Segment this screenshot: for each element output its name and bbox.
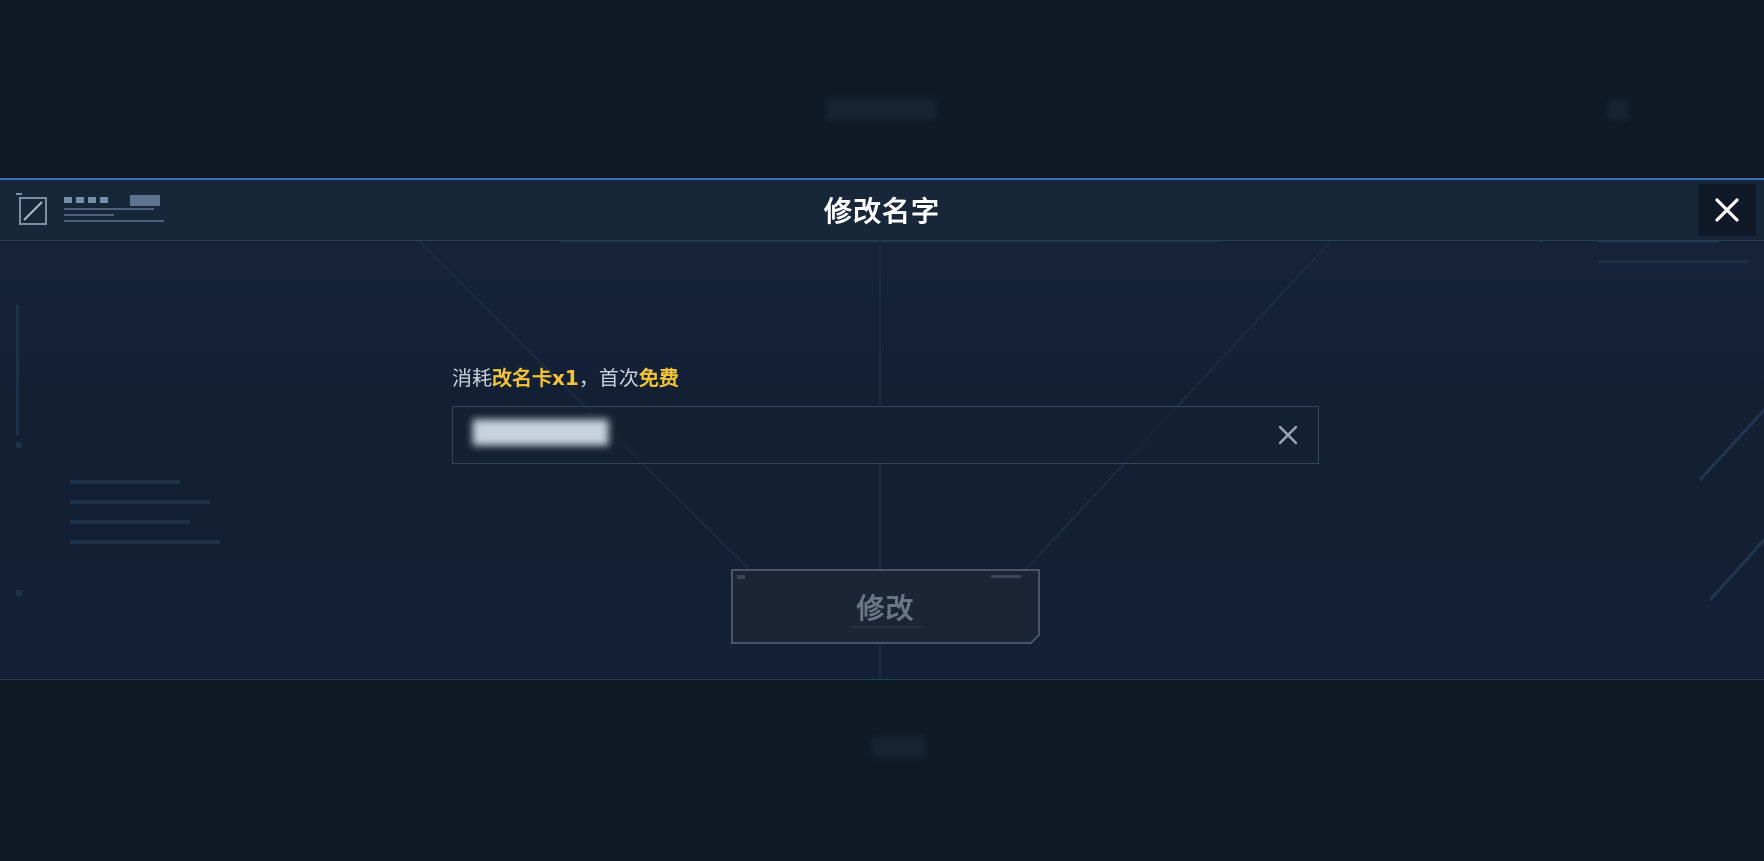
notice-separator: ，首次 (578, 366, 639, 390)
rename-dialog: 修改名字 消耗改名卡x1，首次免费 ████████ 修改 (0, 178, 1764, 680)
rename-cost-notice: 消耗改名卡x1，首次免费 (452, 362, 679, 391)
name-input-value[interactable]: ████████ (473, 421, 608, 446)
close-button[interactable] (1698, 184, 1756, 236)
close-icon (1715, 198, 1739, 222)
dialog-title: 修改名字 (823, 195, 940, 228)
name-input[interactable]: ████████ (452, 406, 1319, 464)
background-blur-block (826, 98, 936, 120)
rename-submit-button[interactable]: 修改 (731, 569, 1040, 644)
background-bottom (0, 680, 1764, 861)
notice-item: 改名卡x1 (492, 366, 579, 390)
dialog-header: 修改名字 (0, 180, 1764, 241)
notice-prefix: 消耗 (452, 366, 492, 390)
notice-free: 免费 (638, 366, 679, 390)
background-blur-block (872, 736, 926, 758)
background-top (0, 0, 1764, 178)
clear-input-button[interactable] (1274, 421, 1302, 449)
rename-submit-label: 修改 (856, 592, 915, 625)
background-blur-block (1608, 100, 1628, 120)
clear-icon (1278, 425, 1298, 445)
